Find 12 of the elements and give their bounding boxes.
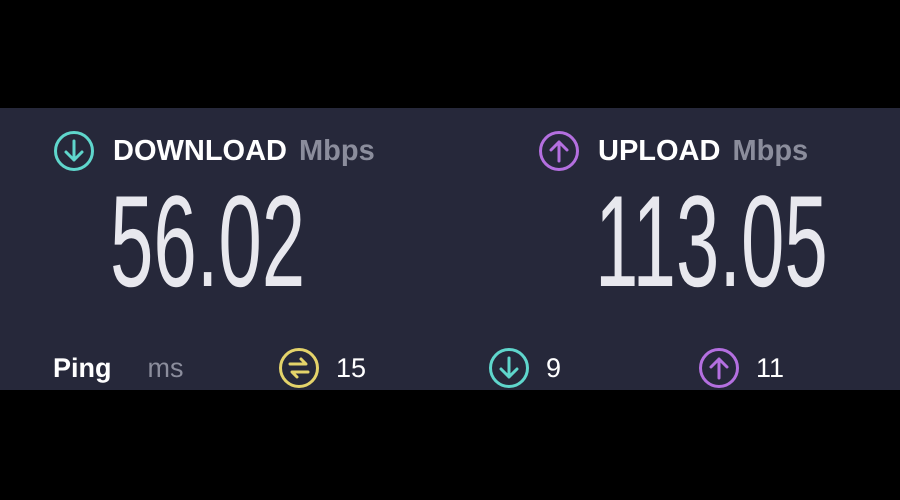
- speed-value: 113.05: [595, 176, 828, 306]
- result-label: DOWNLOAD: [113, 134, 287, 168]
- latency-value: 9: [546, 352, 562, 384]
- transfer-icon: [278, 347, 320, 389]
- unit-label: ms: [148, 352, 184, 384]
- unit-label: Mbps: [298, 134, 375, 168]
- speed-value: 56.02: [110, 176, 306, 306]
- latency-value: 11: [756, 352, 784, 384]
- unit-label: Mbps: [732, 134, 808, 168]
- ping-label: Ping: [53, 352, 112, 384]
- result-label: UPLOAD: [598, 134, 720, 168]
- latency-value: 15: [336, 352, 366, 384]
